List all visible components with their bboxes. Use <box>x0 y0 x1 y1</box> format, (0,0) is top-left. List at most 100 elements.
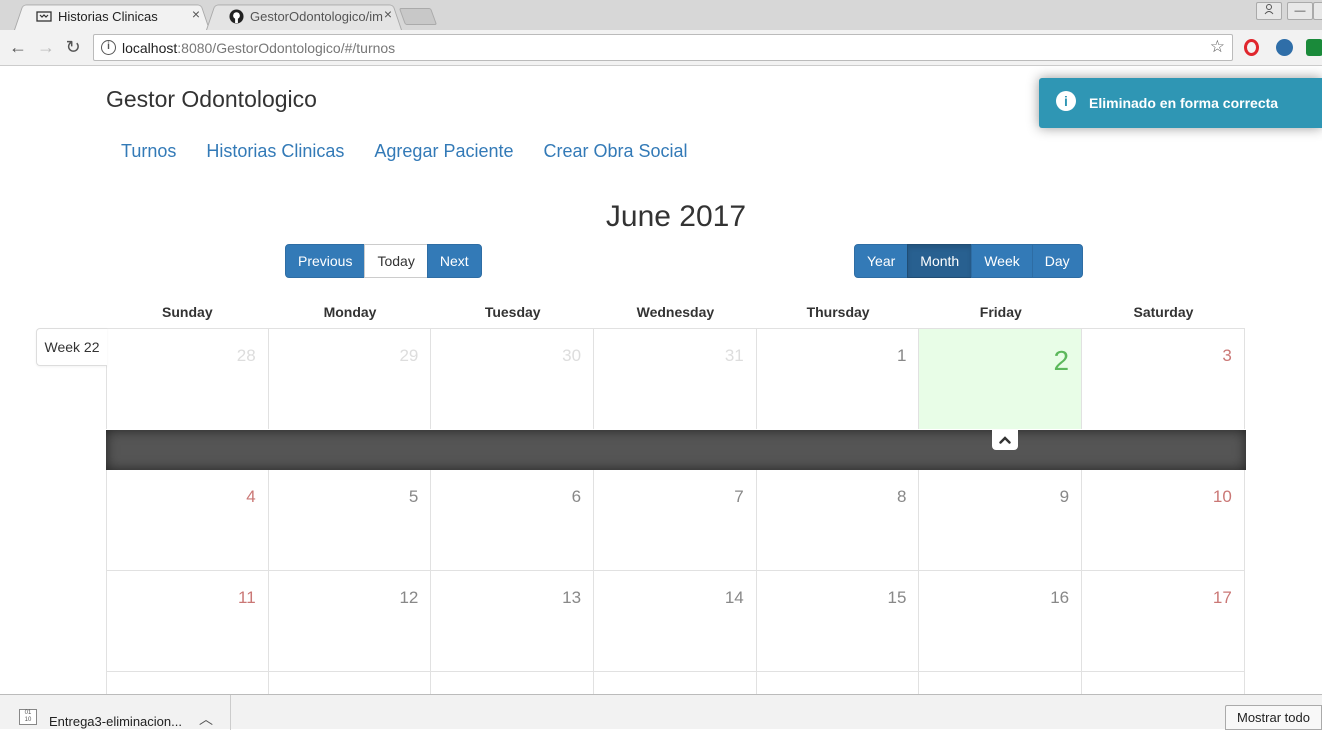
view-day-button[interactable]: Day <box>1031 244 1083 278</box>
day-number: 28 <box>236 346 256 365</box>
browser-tab-historias[interactable]: Historias Clinicas × <box>14 2 210 30</box>
day-number: 12 <box>399 588 419 607</box>
day-number: 14 <box>724 588 744 607</box>
day-number: 4 <box>246 487 256 506</box>
calendar-week-row: 28 29 30 31 1 2 3 <box>106 328 1245 429</box>
weekday-header: Sunday Monday Tuesday Wednesday Thursday… <box>106 304 1245 320</box>
day-number: 9 <box>1059 487 1070 506</box>
binary-file-icon: 01 10 <box>19 709 37 725</box>
calendar-day-cell[interactable]: 10 <box>1082 470 1245 570</box>
github-icon <box>228 8 244 24</box>
calendar-day-cell[interactable]: 15 <box>757 571 920 671</box>
calendar-day-cell[interactable]: 8 <box>757 470 920 570</box>
day-number: 5 <box>408 487 419 506</box>
today-button[interactable]: Today <box>364 244 428 278</box>
day-events-slide <box>106 430 1246 470</box>
close-tab-icon[interactable]: × <box>384 6 392 22</box>
calendar-nav-buttons: Previous Today Next <box>285 244 482 278</box>
info-icon: i <box>1056 91 1076 111</box>
day-number: 1 <box>896 346 907 365</box>
site-info-icon[interactable]: i <box>101 40 116 55</box>
day-number: 17 <box>1212 588 1232 607</box>
view-month-button[interactable]: Month <box>907 244 973 278</box>
weekday-label: Wednesday <box>636 304 715 320</box>
minimize-window-icon[interactable]: — <box>1287 2 1313 20</box>
calendar-day-cell[interactable]: 3 <box>1082 329 1245 429</box>
browser-tab-github[interactable]: GestorOdontologico/im × <box>206 2 402 30</box>
opera-extension-icon[interactable] <box>1244 39 1259 56</box>
forward-arrow-icon[interactable]: → <box>35 36 57 58</box>
calendar-view-buttons: Year Month Week Day <box>854 244 1083 278</box>
back-arrow-icon[interactable]: ← <box>7 36 29 58</box>
view-year-button[interactable]: Year <box>854 244 909 278</box>
calendar-day-cell-today[interactable]: 2 <box>919 329 1083 429</box>
new-tab-button[interactable] <box>398 8 438 25</box>
globe-extension-icon[interactable] <box>1276 39 1293 56</box>
calendar-day-cell[interactable]: 28 <box>106 329 269 429</box>
weekday-label: Saturday <box>1133 304 1194 320</box>
calendar-day-cell[interactable]: 29 <box>269 329 432 429</box>
main-nav: Turnos Historias Clinicas Agregar Pacien… <box>106 140 703 162</box>
previous-button[interactable]: Previous <box>285 244 366 278</box>
nav-link-turnos[interactable]: Turnos <box>106 140 191 162</box>
address-bar[interactable]: i localhost:8080/GestorOdontologico/#/tu… <box>93 34 1233 61</box>
calendar-title: June 2017 <box>605 200 747 233</box>
week-number-label[interactable]: Week 22 <box>36 328 107 366</box>
weekday-label: Sunday <box>162 304 213 320</box>
calendar-day-cell[interactable]: 11 <box>106 571 269 671</box>
nav-link-historias-clinicas[interactable]: Historias Clinicas <box>191 140 359 162</box>
calendar-day-cell[interactable]: 14 <box>594 571 757 671</box>
nav-link-agregar-paciente[interactable]: Agregar Paciente <box>359 140 528 162</box>
day-number: 30 <box>562 346 582 365</box>
day-number: 15 <box>887 588 907 607</box>
calendar-day-cell[interactable]: 31 <box>594 329 757 429</box>
collapse-chevron-up-icon[interactable] <box>992 429 1018 450</box>
info-toast[interactable]: i Eliminado en forma correcta <box>1039 78 1322 128</box>
show-all-downloads-button[interactable]: Mostrar todo <box>1225 705 1322 730</box>
weekday-label: Thursday <box>806 304 870 320</box>
day-number: 8 <box>896 487 907 506</box>
nav-link-crear-obra-social[interactable]: Crear Obra Social <box>529 140 703 162</box>
app-brand-title[interactable]: Gestor Odontologico <box>106 86 317 113</box>
url-text: localhost:8080/GestorOdontologico/#/turn… <box>122 40 396 56</box>
day-number: 7 <box>734 487 744 506</box>
calendar-day-cell[interactable]: 6 <box>431 470 595 570</box>
calendar-day-cell[interactable]: 17 <box>1082 571 1245 671</box>
view-week-button[interactable]: Week <box>971 244 1033 278</box>
toast-message: Eliminado en forma correcta <box>1089 95 1279 111</box>
download-file-name: Entrega3-eliminacion... <box>49 714 182 729</box>
chevron-up-icon[interactable]: ︿ <box>199 709 213 729</box>
page-favicon-icon <box>36 8 52 24</box>
day-number: 13 <box>562 588 582 607</box>
close-tab-icon[interactable]: × <box>192 6 200 22</box>
day-number: 29 <box>399 346 419 365</box>
calendar-day-cell[interactable]: 12 <box>269 571 432 671</box>
browser-tabstrip: Historias Clinicas × GestorOdontologico/… <box>0 0 1322 30</box>
calendar-grid: 28 29 30 31 1 2 3 4 5 6 7 8 9 10 11 12 1… <box>106 328 1245 701</box>
calendar-day-cell[interactable]: 16 <box>919 571 1083 671</box>
day-number: 16 <box>1050 588 1070 607</box>
download-item[interactable]: 01 10 Entrega3-eliminacion... ︿ <box>0 695 231 730</box>
day-number: 11 <box>238 588 256 607</box>
calendar-day-cell[interactable]: 5 <box>269 470 432 570</box>
user-profile-icon[interactable] <box>1256 2 1282 20</box>
today-day-number: 2 <box>1053 345 1070 376</box>
calendar-day-cell[interactable]: 9 <box>919 470 1083 570</box>
browser-tab-title: GestorOdontologico/im <box>250 8 383 24</box>
weekday-label: Tuesday <box>484 304 541 320</box>
reload-icon[interactable]: ↻ <box>62 36 84 58</box>
day-number: 6 <box>571 487 582 506</box>
browser-tab-title: Historias Clinicas <box>58 8 158 24</box>
extension-icon[interactable] <box>1306 39 1322 56</box>
maximize-window-icon[interactable] <box>1313 2 1322 20</box>
next-button[interactable]: Next <box>426 244 482 278</box>
calendar-day-cell[interactable]: 7 <box>594 470 757 570</box>
calendar-day-cell[interactable]: 13 <box>431 571 595 671</box>
calendar-day-cell[interactable]: 30 <box>431 329 595 429</box>
calendar-week-row: 4 5 6 7 8 9 10 <box>106 469 1245 570</box>
bookmark-star-icon[interactable]: ☆ <box>1210 37 1225 57</box>
weekday-label: Monday <box>323 304 377 320</box>
calendar-day-cell[interactable]: 1 <box>757 329 920 429</box>
day-number: 3 <box>1222 346 1232 365</box>
calendar-day-cell[interactable]: 4 <box>106 470 269 570</box>
